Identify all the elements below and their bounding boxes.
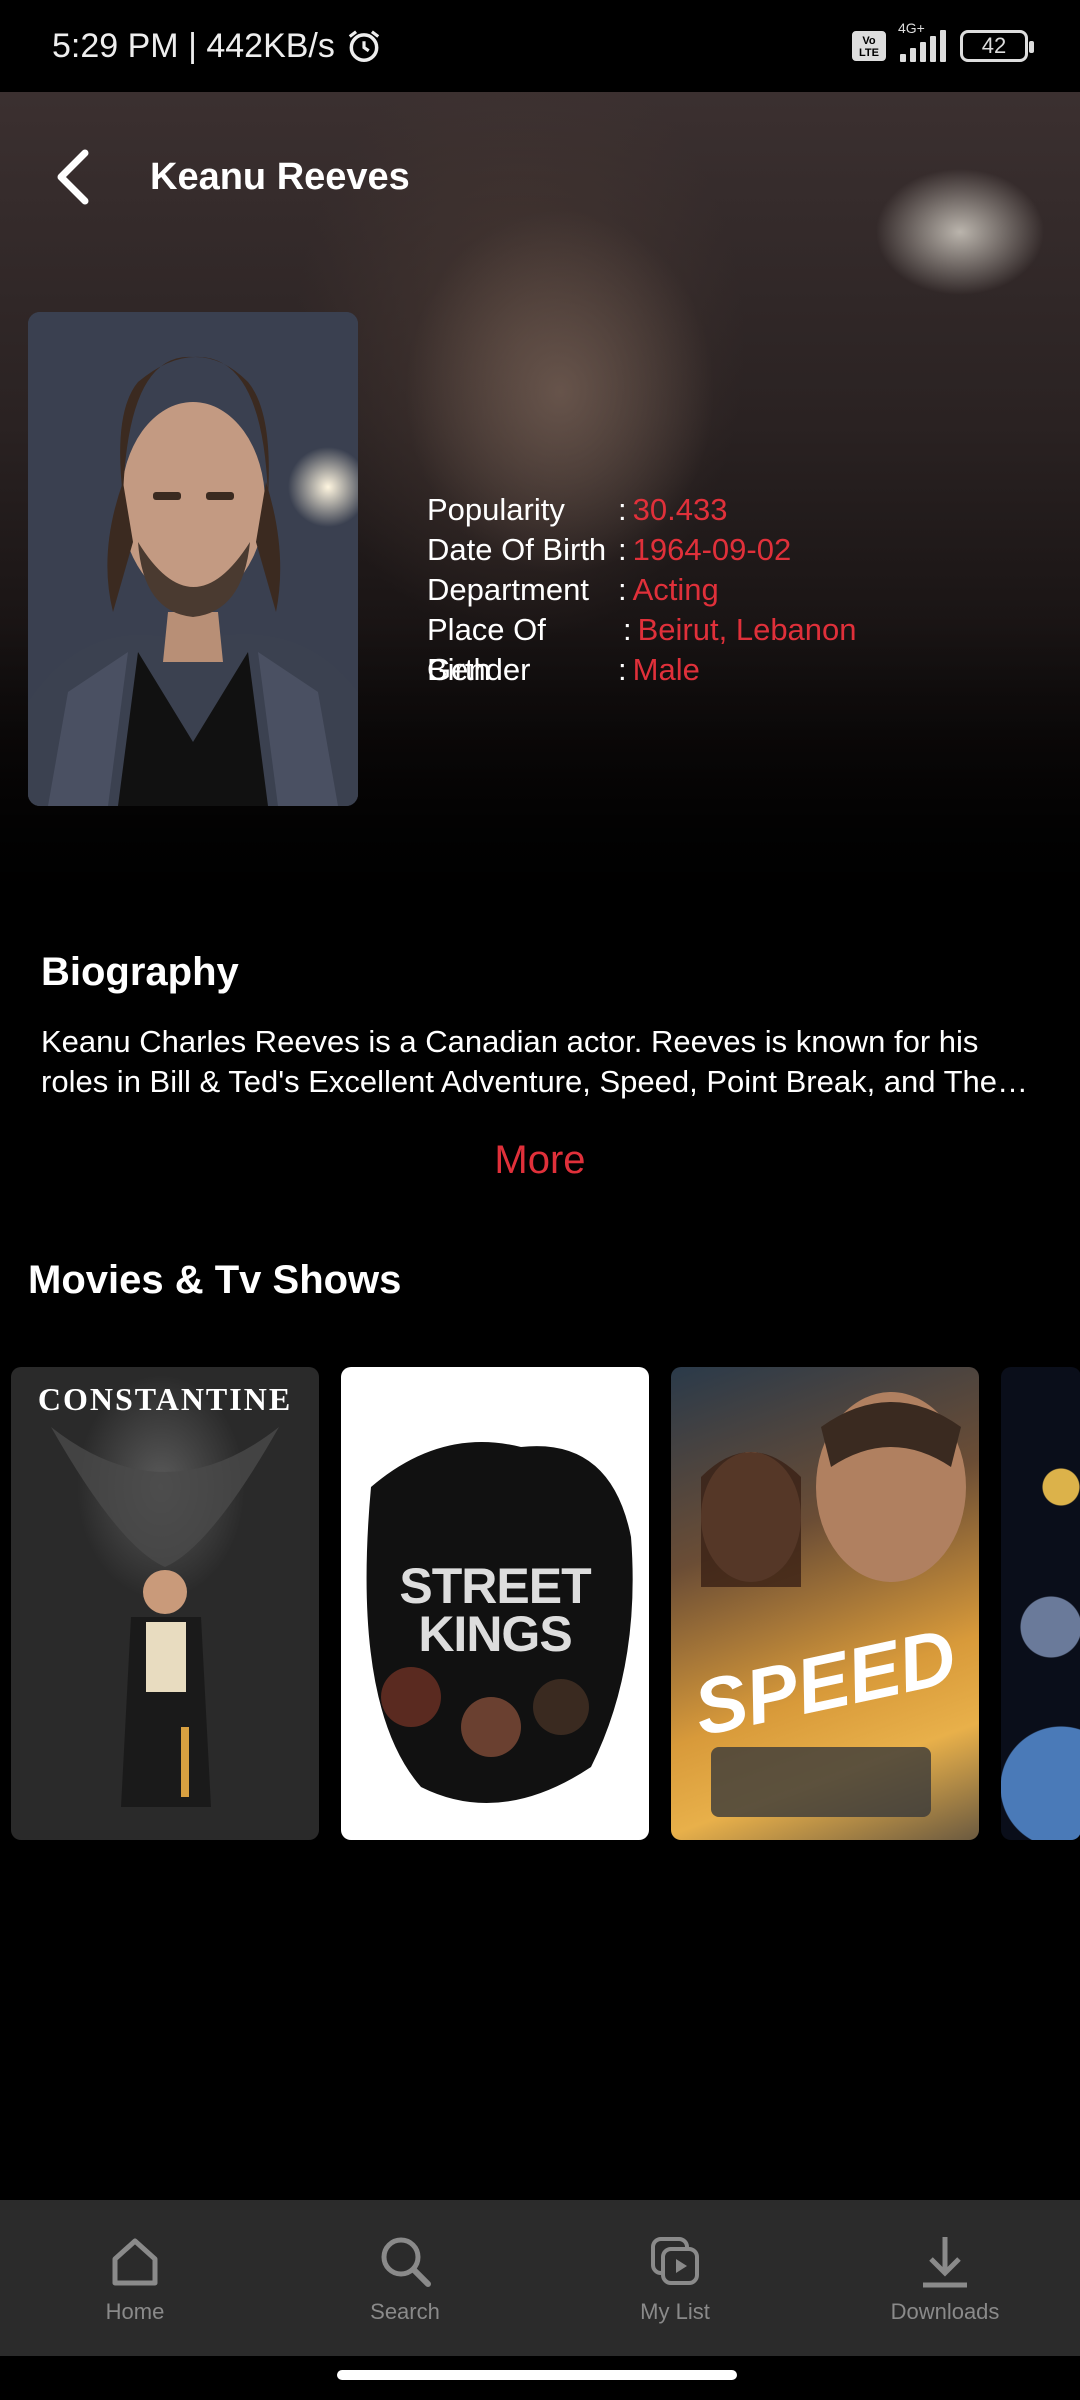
bottom-navigation: Home Search My List Downloads: [0, 2200, 1080, 2356]
status-bar: 5:29 PM | 442KB/s Vo LTE 4G+ 42: [0, 0, 1080, 92]
info-label: Date Of Birth: [427, 532, 607, 567]
my-list-icon: [651, 2237, 699, 2285]
search-icon: [381, 2237, 431, 2287]
page-title: Keanu Reeves: [150, 155, 410, 198]
info-label: Place Of Birth: [427, 612, 546, 687]
profile-photo: [28, 312, 358, 806]
info-row-date-of-birth: Date Of Birth : 1964-09-02: [427, 530, 857, 570]
nav-label: Home: [105, 2299, 165, 2324]
back-button[interactable]: [28, 132, 118, 222]
info-value: Male: [632, 652, 700, 687]
info-separator: :: [618, 532, 627, 567]
info-row-gender: Gender : Male: [427, 650, 857, 690]
info-row-place-of-birth: Place Of Birth : Beirut, Lebanon: [427, 610, 857, 687]
alarm-icon: [348, 30, 380, 62]
home-indicator[interactable]: [337, 2370, 737, 2380]
status-left: 5:29 PM | 442KB/s: [52, 27, 383, 66]
info-label: Popularity: [427, 492, 565, 527]
nav-label: Search: [370, 2299, 440, 2324]
info-value: 30.433: [632, 492, 728, 527]
top-app-bar: Keanu Reeves: [0, 92, 1080, 262]
person-info: Popularity : 30.433 Date Of Birth : 1964…: [427, 490, 857, 690]
movies-section-title: Movies & Tv Shows: [28, 1258, 402, 1302]
movie-poster[interactable]: SPEED: [671, 1367, 979, 1840]
info-row-department: Department : Acting: [427, 570, 857, 610]
network-type: 4G+: [898, 20, 925, 36]
movie-poster-title: STREET KINGS: [399, 1558, 591, 1662]
info-label: Gender: [427, 652, 531, 687]
download-icon: [923, 2237, 967, 2288]
home-icon: [112, 2238, 158, 2286]
info-separator: :: [623, 612, 632, 647]
info-value: Beirut, Lebanon: [637, 612, 857, 647]
movie-poster[interactable]: CONSTANTINE: [11, 1367, 319, 1840]
movies-carousel[interactable]: CONSTANTINE STREET KINGS SPEED: [11, 1367, 1080, 1840]
status-right: Vo LTE 4G+ 42: [852, 20, 1034, 62]
poster-art: [701, 1392, 966, 1817]
volte-icon: Vo LTE: [852, 31, 886, 61]
battery-level: 42: [981, 33, 1007, 58]
nav-downloads[interactable]: Downloads: [810, 2200, 1080, 2356]
status-time: 5:29 PM | 442KB/s: [52, 26, 335, 65]
nav-label: Downloads: [890, 2299, 1000, 2324]
info-label: Department: [427, 572, 589, 607]
back-arrow-icon: [57, 149, 89, 205]
nav-my-list[interactable]: My List: [540, 2200, 810, 2356]
more-button[interactable]: More: [0, 1138, 1080, 1183]
nav-label: My List: [640, 2299, 710, 2324]
info-row-popularity: Popularity : 30.433: [427, 490, 857, 530]
movie-poster[interactable]: STREET KINGS: [341, 1367, 649, 1840]
biography-text: Keanu Charles Reeves is a Canadian actor…: [41, 1024, 998, 1099]
signal-icon: 4G+: [898, 20, 946, 62]
info-value: Acting: [632, 572, 719, 607]
nav-home[interactable]: Home: [0, 2200, 270, 2356]
nav-search[interactable]: Search: [270, 2200, 540, 2356]
poster-art: [51, 1427, 279, 1807]
biography-title: Biography: [41, 950, 239, 994]
movie-poster-partial[interactable]: [1001, 1367, 1080, 1840]
info-value: 1964-09-02: [632, 532, 792, 567]
info-separator: :: [618, 572, 627, 607]
profile-photo-illustration: [28, 312, 358, 806]
battery-icon: 42: [960, 30, 1034, 62]
info-separator: :: [618, 492, 627, 527]
info-separator: :: [618, 652, 627, 687]
